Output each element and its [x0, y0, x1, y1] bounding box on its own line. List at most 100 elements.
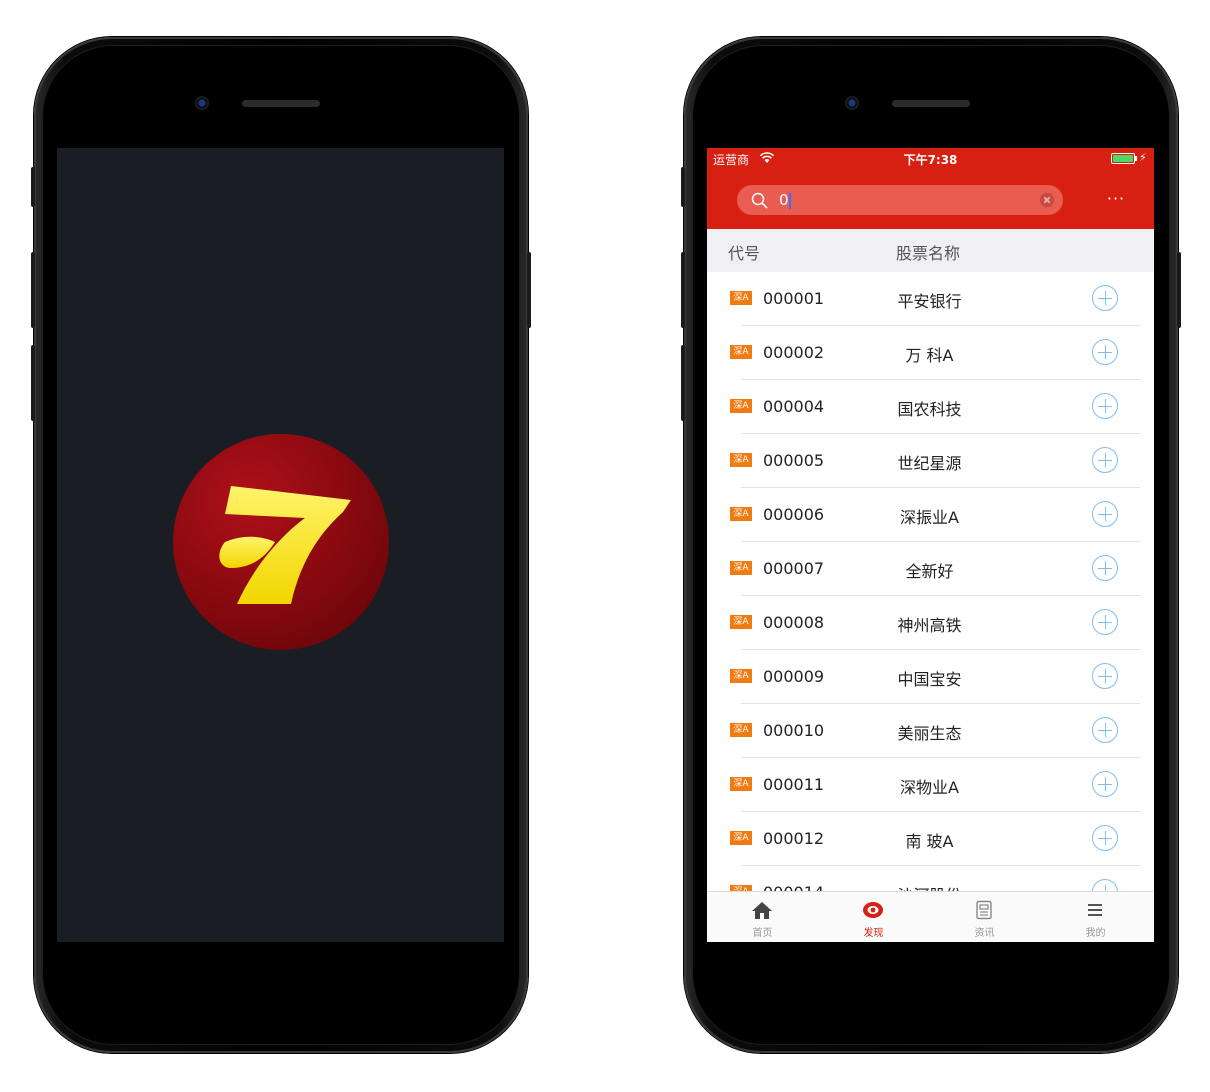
clear-icon[interactable]: [1040, 193, 1054, 207]
table-row[interactable]: 深A 000001 平安银行: [707, 272, 1154, 326]
stock-name: 全新好: [905, 562, 954, 581]
stock-name: 深物业A: [900, 778, 959, 797]
power-button: [1177, 252, 1181, 328]
seven-logo-icon: [219, 486, 351, 604]
news-icon: [976, 900, 992, 920]
stock-code: 000001: [763, 289, 825, 308]
stock-code: 000006: [763, 505, 825, 524]
volume-up-button: [31, 252, 35, 328]
add-to-watchlist-button[interactable]: [1092, 663, 1118, 689]
eye-icon: [863, 902, 883, 918]
stock-code: 000010: [763, 721, 825, 740]
status-time: 下午7:38: [903, 153, 958, 167]
stock-name: 神州高铁: [897, 616, 962, 635]
market-badge: 深A: [730, 345, 752, 359]
menu-icon: [1088, 904, 1102, 916]
column-name-label: 股票名称: [896, 244, 961, 263]
market-badge: 深A: [730, 507, 752, 521]
market-badge: 深A: [730, 615, 752, 629]
table-row[interactable]: 深A 000008 神州高铁: [707, 596, 1154, 650]
tab-news[interactable]: 资讯: [929, 892, 1040, 942]
stock-name: 国农科技: [897, 400, 962, 419]
add-to-watchlist-button[interactable]: [1092, 717, 1118, 743]
stock-code: 000005: [763, 451, 825, 470]
more-button[interactable]: ···: [1103, 186, 1129, 212]
stock-name: 南 玻A: [905, 832, 954, 851]
stock-name: 平安银行: [897, 292, 962, 311]
power-button: [527, 252, 531, 328]
volume-up-button: [681, 252, 685, 328]
app-logo: [173, 434, 389, 650]
stock-name: 美丽生态: [897, 724, 962, 743]
table-row[interactable]: 深A 000012 南 玻A: [707, 812, 1154, 866]
tab-label: 首页: [752, 928, 773, 939]
search-icon: [751, 192, 768, 209]
stock-code: 000012: [763, 829, 825, 848]
tab-mine[interactable]: 我的: [1040, 892, 1151, 942]
market-badge: 深A: [730, 723, 752, 737]
column-header: 代号 股票名称: [707, 229, 1154, 272]
stock-code: 000004: [763, 397, 825, 416]
table-row[interactable]: 深A 000002 万 科A: [707, 326, 1154, 380]
tab-home[interactable]: 首页: [707, 892, 818, 942]
tab-bar: 首页 发现 资讯 我的: [707, 891, 1154, 942]
add-to-watchlist-button[interactable]: [1092, 555, 1118, 581]
charging-bolt-icon: ⚡: [1139, 151, 1147, 164]
table-row[interactable]: 深A 000007 全新好: [707, 542, 1154, 596]
add-to-watchlist-button[interactable]: [1092, 393, 1118, 419]
add-to-watchlist-button[interactable]: [1092, 339, 1118, 365]
stock-code: 000011: [763, 775, 825, 794]
table-row[interactable]: 深A 000011 深物业A: [707, 758, 1154, 812]
phone-frame-left: [31, 37, 531, 1053]
market-badge: 深A: [730, 777, 752, 791]
add-to-watchlist-button[interactable]: [1092, 879, 1118, 891]
tab-label: 发现: [863, 928, 884, 939]
tab-label: 我的: [1085, 928, 1106, 939]
splash-screen: [57, 148, 504, 942]
volume-down-button: [681, 345, 685, 421]
volume-down-button: [31, 345, 35, 421]
add-to-watchlist-button[interactable]: [1092, 285, 1118, 311]
search-input[interactable]: [779, 190, 1019, 210]
header-bar: 运营商 下午7:38 ⚡ ···: [707, 148, 1154, 229]
market-badge: 深A: [730, 561, 752, 575]
column-code-label: 代号: [728, 244, 761, 263]
market-badge: 深A: [730, 669, 752, 683]
stock-name: 世纪星源: [897, 454, 962, 473]
search-box[interactable]: [737, 185, 1063, 215]
home-icon: [752, 902, 772, 919]
stock-name: 深振业A: [900, 508, 959, 527]
market-badge: 深A: [730, 291, 752, 305]
phone-frame-right: 运营商 下午7:38 ⚡ ···: [681, 37, 1181, 1053]
stock-code: 000008: [763, 613, 825, 632]
table-row[interactable]: 深A 000004 国农科技: [707, 380, 1154, 434]
stock-code: 000007: [763, 559, 825, 578]
add-to-watchlist-button[interactable]: [1092, 771, 1118, 797]
add-to-watchlist-button[interactable]: [1092, 501, 1118, 527]
battery-icon: [1111, 153, 1137, 164]
add-to-watchlist-button[interactable]: [1092, 825, 1118, 851]
stock-name: 中国宝安: [897, 670, 962, 689]
mute-switch: [681, 167, 685, 207]
table-row[interactable]: 深A 000006 深振业A: [707, 488, 1154, 542]
table-row[interactable]: 深A 000010 美丽生态: [707, 704, 1154, 758]
table-row[interactable]: 深A 000014 沙河股份: [707, 866, 1154, 891]
add-to-watchlist-button[interactable]: [1092, 609, 1118, 635]
tab-discover[interactable]: 发现: [818, 892, 929, 942]
market-badge: 深A: [730, 399, 752, 413]
mute-switch: [31, 167, 35, 207]
stock-code: 000009: [763, 667, 825, 686]
stock-list[interactable]: 深A 000001 平安银行 深A 000002 万 科A 深A 000004 …: [707, 272, 1154, 891]
earpiece-speaker: [242, 100, 320, 107]
stock-name: 沙河股份: [862, 882, 997, 891]
market-badge: 深A: [730, 831, 752, 845]
earpiece-speaker: [892, 100, 970, 107]
front-camera: [195, 96, 209, 110]
table-row[interactable]: 深A 000009 中国宝安: [707, 650, 1154, 704]
stock-code: 000002: [763, 343, 825, 362]
text-caret: [789, 193, 791, 209]
table-row[interactable]: 深A 000005 世纪星源: [707, 434, 1154, 488]
stock-code: 000014: [763, 883, 824, 891]
tab-label: 资讯: [974, 928, 995, 939]
add-to-watchlist-button[interactable]: [1092, 447, 1118, 473]
